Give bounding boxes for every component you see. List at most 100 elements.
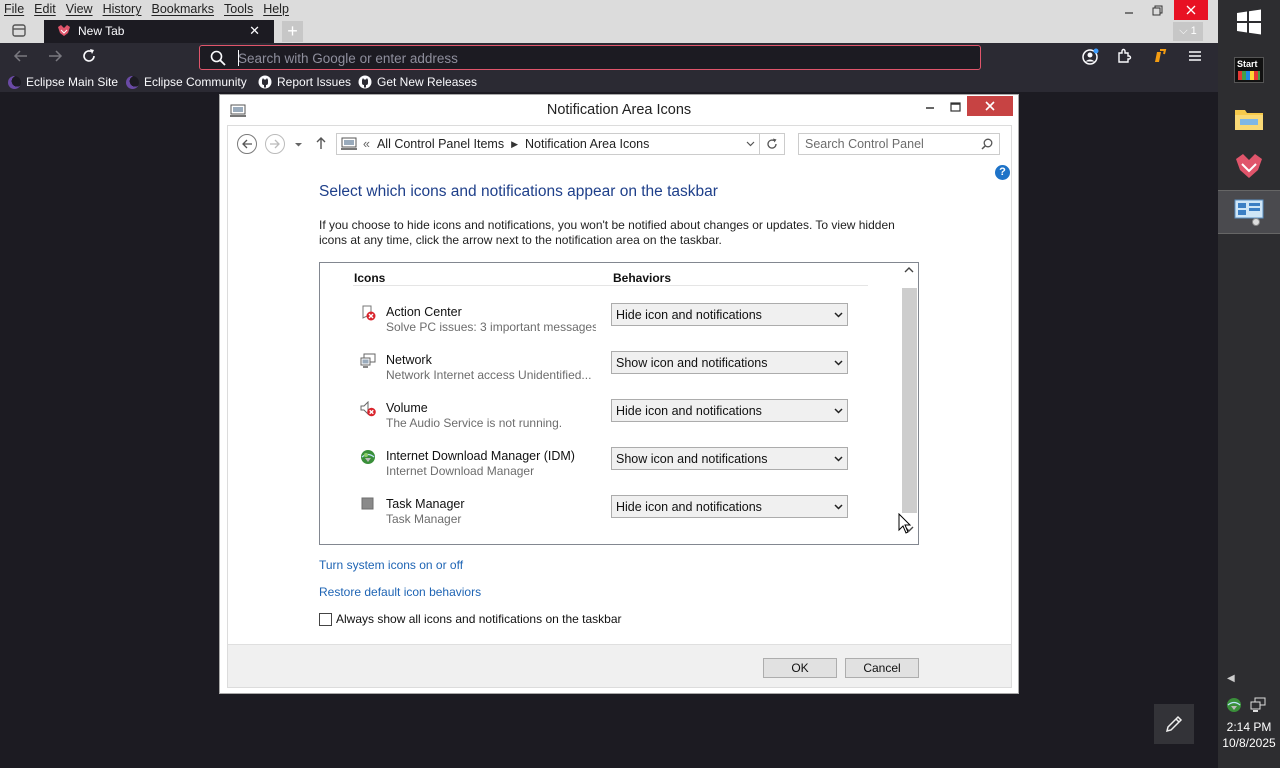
address-dropdown-icon[interactable] — [746, 137, 755, 151]
start-button[interactable] — [1218, 0, 1280, 44]
item-description: Network Internet access Unidentified... — [386, 368, 592, 382]
taskbar-firefox[interactable] — [1218, 144, 1280, 188]
scroll-up-icon[interactable] — [904, 266, 914, 277]
text-cursor — [238, 50, 239, 66]
arrow-left-icon — [13, 50, 27, 62]
scrollbar-thumb[interactable] — [902, 288, 917, 513]
menu-history[interactable]: History — [103, 2, 142, 16]
idm-tray-icon[interactable] — [1226, 697, 1242, 713]
taskbar-start-app[interactable]: Start — [1218, 48, 1280, 92]
menu-tools[interactable]: Tools — [224, 2, 253, 16]
search-control-panel[interactable] — [798, 133, 1000, 155]
page-title: Select which icons and notifications app… — [319, 183, 718, 200]
new-tab-button[interactable]: + — [282, 21, 303, 42]
window-minimize-button[interactable] — [916, 97, 944, 117]
task-manager-icon — [361, 497, 374, 510]
bookmark-get-new-releases[interactable]: Get New Releases — [358, 75, 477, 89]
breadcrumb-overflow-icon[interactable]: « — [363, 137, 370, 151]
extension-orange-button[interactable] — [1148, 48, 1170, 68]
github-icon — [258, 75, 272, 89]
list-item: Task Manager Task Manager Hide icon and … — [320, 492, 900, 540]
address-input[interactable] — [238, 49, 938, 67]
close-browser-button[interactable] — [1174, 0, 1208, 20]
item-name: Internet Download Manager (IDM) — [386, 449, 575, 463]
list-item: Action Center Solve PC issues: 3 importa… — [320, 300, 900, 348]
forward-button[interactable] — [44, 48, 66, 68]
eclipse-icon — [126, 75, 139, 89]
restore-default-link[interactable]: Restore default icon behaviors — [319, 585, 481, 599]
back-button[interactable] — [10, 48, 32, 68]
address-bar[interactable] — [199, 45, 981, 70]
minimize-icon — [926, 107, 934, 109]
help-icon[interactable]: ? — [995, 165, 1010, 180]
always-show-all-row[interactable]: Always show all icons and notifications … — [319, 612, 622, 626]
menu-file[interactable]: File — [4, 2, 24, 16]
behavior-select[interactable]: Hide icon and notifications — [611, 495, 848, 518]
bookmark-eclipse-main[interactable]: Eclipse Main Site — [8, 75, 118, 89]
breadcrumb-separator-icon: ▶ — [511, 138, 519, 149]
arrow-up-icon — [316, 137, 326, 149]
page-description: If you choose to hide icons and notifica… — [319, 218, 895, 247]
menu-help[interactable]: Help — [263, 2, 289, 16]
app-menu-button[interactable] — [1184, 48, 1206, 68]
arrow-right-icon — [270, 139, 280, 149]
reload-button[interactable] — [78, 48, 100, 68]
always-show-all-checkbox[interactable] — [319, 612, 332, 626]
arrow-left-icon — [242, 139, 252, 149]
tab-new-tab[interactable]: New Tab ✕ — [44, 20, 274, 43]
behavior-select[interactable]: Show icon and notifications — [611, 447, 848, 470]
refresh-button[interactable] — [760, 133, 785, 155]
show-hidden-icons-button[interactable]: ◀ — [1227, 673, 1235, 684]
system-clock[interactable]: 2:14 PM 10/8/2025 — [1218, 719, 1280, 751]
menu-view[interactable]: View — [66, 2, 93, 16]
behavior-select[interactable]: Show icon and notifications — [611, 351, 848, 374]
close-icon — [1186, 5, 1196, 15]
forward-button[interactable] — [265, 134, 285, 154]
window-titlebar[interactable]: Notification Area Icons — [220, 95, 1018, 125]
phone-icon — [1155, 49, 1167, 62]
breadcrumb-item-notification-area[interactable]: Notification Area Icons — [525, 137, 649, 151]
firefox-view-button[interactable] — [8, 22, 30, 42]
restore-button[interactable] — [1140, 0, 1174, 20]
window-close-button[interactable] — [967, 96, 1013, 116]
always-show-all-label: Always show all icons and notifications … — [336, 612, 622, 626]
window-maximize-button[interactable] — [941, 97, 969, 117]
reload-icon — [83, 49, 95, 62]
bookmark-label: Get New Releases — [377, 75, 478, 89]
windows-taskbar: Start ◀ 2:14 PM 10/8/2025 — [1218, 0, 1280, 768]
chevron-down-icon: ⌵ — [1179, 25, 1188, 37]
behavior-select[interactable]: Hide icon and notifications — [611, 399, 848, 422]
chevron-down-icon — [834, 504, 843, 510]
item-description: The Audio Service is not running. — [386, 416, 563, 430]
extensions-button[interactable] — [1113, 48, 1135, 68]
cancel-button[interactable]: Cancel — [845, 658, 919, 678]
tab-favicon-icon — [58, 25, 70, 36]
menu-bookmarks[interactable]: Bookmarks — [151, 2, 214, 16]
taskbar-control-panel[interactable] — [1218, 190, 1280, 234]
behavior-select[interactable]: Hide icon and notifications — [611, 303, 848, 326]
back-button[interactable] — [237, 134, 257, 154]
list-scrollbar[interactable] — [901, 263, 918, 544]
account-button[interactable] — [1079, 48, 1101, 68]
menu-edit[interactable]: Edit — [34, 2, 56, 16]
taskbar-file-explorer[interactable] — [1218, 96, 1280, 140]
breadcrumb[interactable]: « All Control Panel Items ▶ Notification… — [336, 133, 760, 155]
breadcrumb-item-all-control-panel[interactable]: All Control Panel Items — [377, 137, 504, 151]
close-tab-icon[interactable]: ✕ — [249, 23, 260, 39]
ok-button[interactable]: OK — [763, 658, 837, 678]
search-control-panel-input[interactable] — [805, 136, 975, 152]
annotate-button[interactable] — [1154, 704, 1194, 744]
network-tray-icon[interactable] — [1250, 697, 1266, 713]
bookmark-label: Report Issues — [277, 75, 352, 89]
bookmark-eclipse-community[interactable]: Eclipse Community — [126, 75, 247, 89]
bookmark-report-issues[interactable]: Report Issues — [258, 75, 351, 89]
puzzle-icon — [1118, 48, 1132, 63]
recent-locations-button[interactable] — [294, 138, 303, 152]
list-all-tabs-button[interactable]: ⌵ 1 — [1173, 22, 1203, 41]
up-button[interactable] — [315, 136, 327, 153]
chevron-down-icon — [834, 312, 843, 318]
turn-system-icons-link[interactable]: Turn system icons on or off — [319, 558, 463, 572]
item-description: Task Manager — [386, 512, 462, 526]
account-icon — [1082, 48, 1099, 65]
maximize-icon — [949, 102, 961, 112]
